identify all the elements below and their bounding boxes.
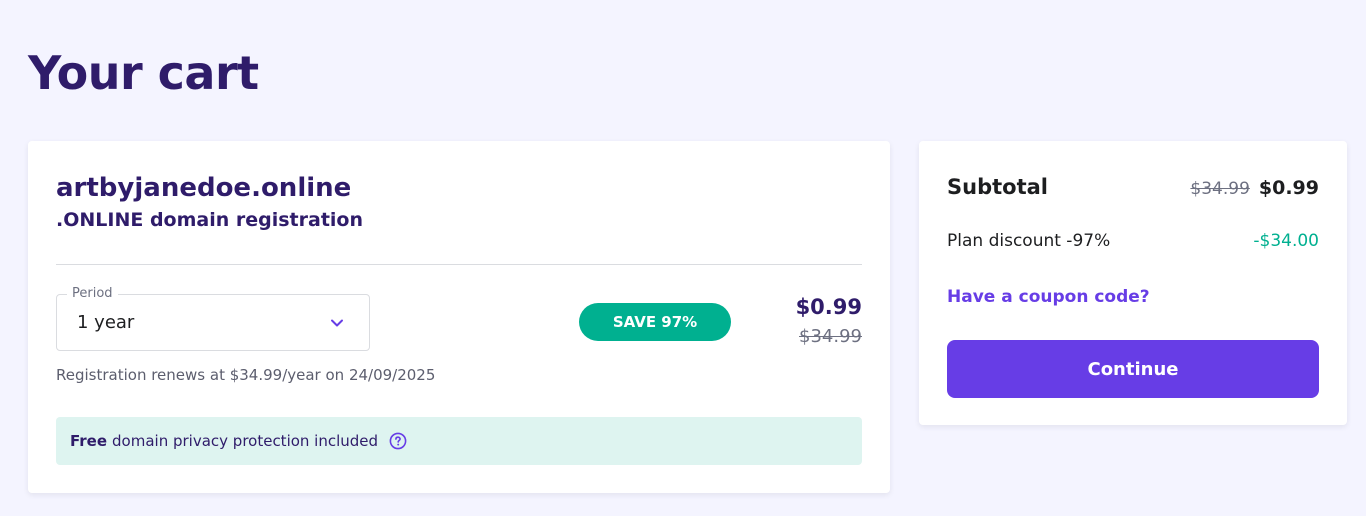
- continue-button[interactable]: Continue: [947, 340, 1319, 398]
- cart-item-card: artbyjanedoe.online .ONLINE domain regis…: [28, 141, 890, 493]
- save-badge: SAVE 97%: [579, 303, 731, 341]
- privacy-free-label: Free: [70, 432, 108, 450]
- subtotal-label: Subtotal: [947, 175, 1048, 199]
- subtotal-original-price: $34.99: [1190, 179, 1250, 199]
- domain-name: artbyjanedoe.online: [56, 173, 352, 203]
- period-value: 1 year: [77, 312, 135, 333]
- discount-label: Plan discount -97%: [947, 231, 1111, 251]
- period-label: Period: [67, 286, 118, 301]
- page-title: Your cart: [28, 46, 259, 100]
- discount-value: -$34.00: [1253, 231, 1319, 251]
- subtotal-prices: $34.99 $0.99: [1190, 177, 1319, 199]
- question-circle-icon[interactable]: [389, 432, 407, 450]
- renewal-note: Registration renews at $34.99/year on 24…: [56, 366, 436, 384]
- period-select[interactable]: Period 1 year: [56, 286, 370, 351]
- coupon-code-link[interactable]: Have a coupon code?: [947, 287, 1150, 307]
- privacy-text: domain privacy protection included: [112, 432, 379, 450]
- domain-product-name: .ONLINE domain registration: [56, 209, 363, 231]
- privacy-banner: Free domain privacy protection included: [56, 417, 862, 465]
- divider: [56, 264, 862, 265]
- order-summary-card: Subtotal $34.99 $0.99 Plan discount -97%…: [919, 141, 1347, 425]
- chevron-down-icon: [331, 319, 343, 327]
- subtotal-price: $0.99: [1258, 177, 1319, 199]
- item-price: $0.99: [795, 295, 862, 319]
- item-original-price: $34.99: [799, 326, 862, 347]
